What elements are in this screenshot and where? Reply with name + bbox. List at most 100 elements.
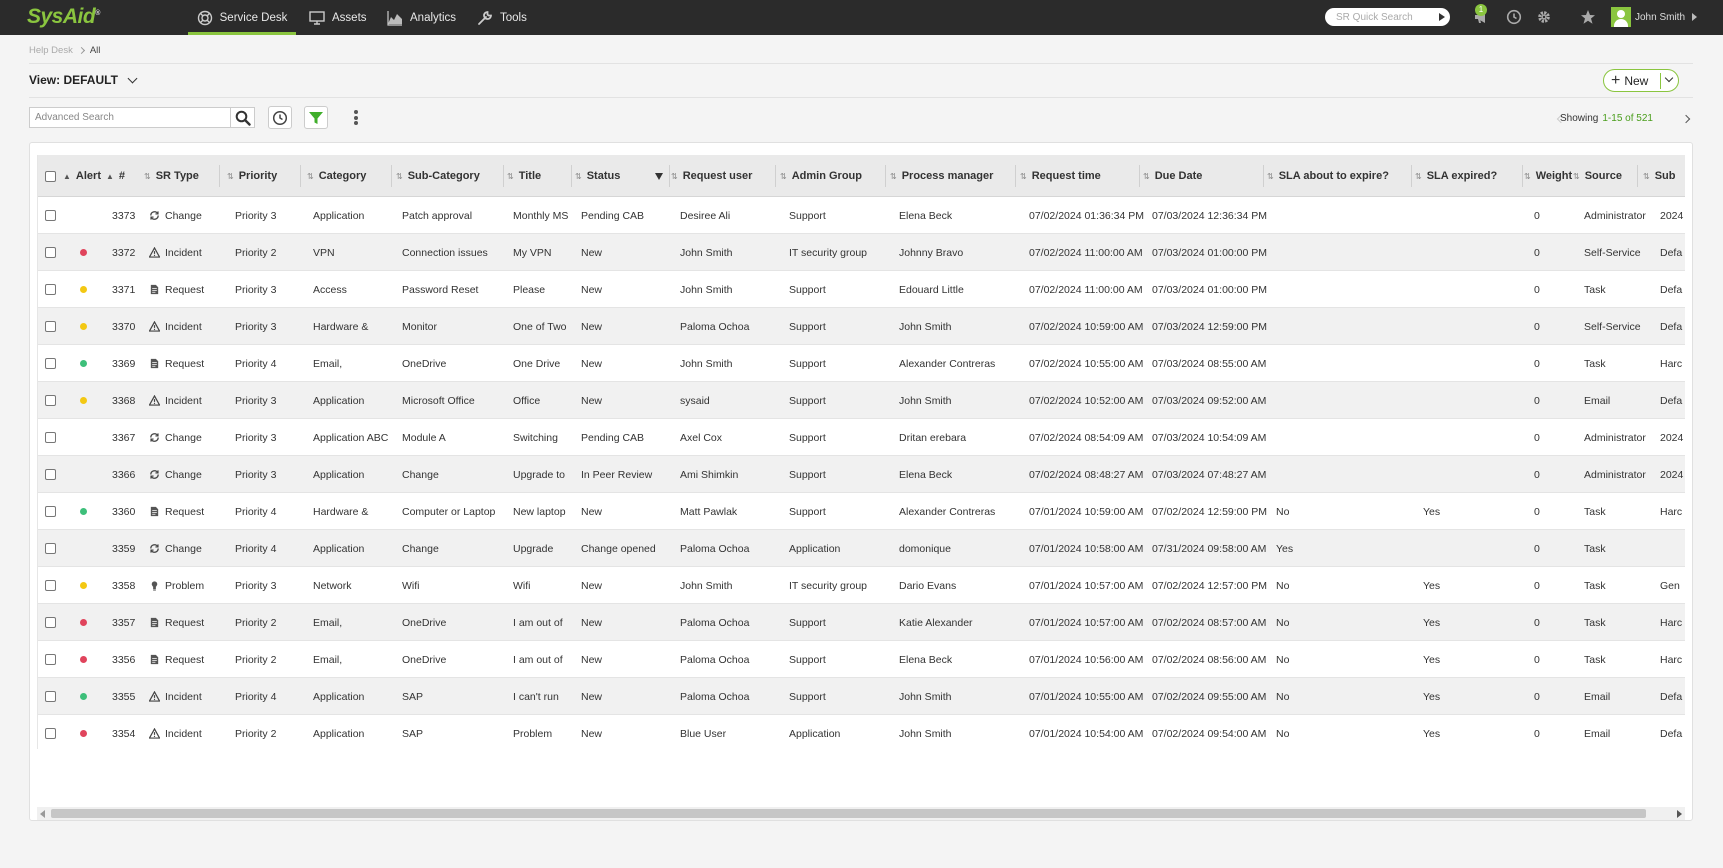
view-selector[interactable]: View: DEFAULT xyxy=(29,73,138,87)
column-separator[interactable] xyxy=(885,165,886,187)
row-checkbox[interactable] xyxy=(45,728,56,739)
row-checkbox[interactable] xyxy=(45,284,56,295)
table-row[interactable]: 3367 Change Priority 3 Application ABC Modul… xyxy=(38,419,1685,456)
sysaid-logo[interactable]: SysAid® xyxy=(27,5,100,29)
table-row[interactable]: 3373 Change Priority 3 Application Patch app… xyxy=(38,197,1685,234)
col-alert[interactable]: ▲ Alert xyxy=(63,155,101,197)
table-row[interactable]: 3371 Request Priority 3 Access Password Rese… xyxy=(38,271,1685,308)
history-clock-icon[interactable] xyxy=(1506,9,1522,25)
column-separator[interactable] xyxy=(1522,165,1523,187)
col-sub[interactable]: ⇅ Sub xyxy=(1643,155,1675,197)
scroll-right-icon[interactable] xyxy=(1677,810,1682,818)
col-request-time[interactable]: ⇅ Request time xyxy=(1020,155,1101,197)
column-separator[interactable] xyxy=(1411,165,1412,187)
row-checkbox[interactable] xyxy=(45,210,56,221)
sr-quick-search[interactable] xyxy=(1325,8,1450,26)
row-checkbox[interactable] xyxy=(45,432,56,443)
filter-active-icon[interactable] xyxy=(655,172,664,180)
sr-quick-search-input[interactable] xyxy=(1336,11,1436,23)
horizontal-scrollbar[interactable] xyxy=(37,807,1685,820)
table-row[interactable]: 3368 Incident Priority 3 Application Microso… xyxy=(38,382,1685,419)
row-checkbox[interactable] xyxy=(45,358,56,369)
col-process-manager[interactable]: ⇅ Process manager xyxy=(890,155,993,197)
col-title[interactable]: ⇅ Title xyxy=(507,155,541,197)
table-row[interactable]: 3357 Request Priority 2 Email, OneDrive I am … xyxy=(38,604,1685,641)
table-row[interactable]: 3358 Problem Priority 3 Network Wifi Wifi New J… xyxy=(38,567,1685,604)
alert-indicator-yellow xyxy=(80,397,87,404)
table-row[interactable]: 3366 Change Priority 3 Application Change Upg… xyxy=(38,456,1685,493)
col-priority[interactable]: ⇅ Priority xyxy=(227,155,277,197)
col-weight[interactable]: ⇅ Weight xyxy=(1524,155,1572,197)
column-separator[interactable] xyxy=(1139,165,1140,187)
column-separator[interactable] xyxy=(669,165,670,187)
row-checkbox[interactable] xyxy=(45,691,56,702)
col-request-user[interactable]: ⇅ Request user xyxy=(671,155,752,197)
chevron-down-icon[interactable] xyxy=(1664,73,1674,83)
quick-search-go-icon[interactable] xyxy=(1439,13,1445,21)
col-id-label: # xyxy=(118,170,126,182)
table-row[interactable]: 3369 Request Priority 4 Email, OneDrive One D… xyxy=(38,345,1685,382)
table-row[interactable]: 3354 Incident Priority 2 Application SAP Prob… xyxy=(38,715,1685,749)
nav-service-desk[interactable]: Service Desk xyxy=(188,0,296,35)
col-admin-group[interactable]: ⇅ Admin Group xyxy=(780,155,862,197)
next-page-icon[interactable] xyxy=(1681,114,1691,124)
row-checkbox[interactable] xyxy=(45,543,56,554)
new-button[interactable]: + New xyxy=(1603,69,1679,92)
column-separator[interactable] xyxy=(300,165,301,187)
scroll-left-icon[interactable] xyxy=(40,810,45,818)
col-sr-type-label: SR Type xyxy=(155,170,199,182)
advanced-search-input[interactable] xyxy=(30,112,205,123)
col-due-date[interactable]: ⇅ Due Date xyxy=(1143,155,1202,197)
priority-value: Priority 4 xyxy=(235,505,277,518)
nav-analytics[interactable]: Analytics xyxy=(387,0,456,35)
gear-icon[interactable] xyxy=(1536,9,1552,25)
col-sla-about-to-expire[interactable]: ⇅ SLA about to expire? xyxy=(1267,155,1389,197)
nav-assets[interactable]: Assets xyxy=(309,0,367,35)
column-separator[interactable] xyxy=(503,165,504,187)
breadcrumb-help-desk[interactable]: Help Desk xyxy=(29,45,73,56)
scrollbar-thumb[interactable] xyxy=(51,809,1646,818)
filter-button[interactable] xyxy=(304,106,328,129)
row-checkbox[interactable] xyxy=(45,321,56,332)
row-checkbox[interactable] xyxy=(45,654,56,665)
column-separator[interactable] xyxy=(571,165,572,187)
table-row[interactable]: 3372 Incident Priority 2 VPN Connection issu… xyxy=(38,234,1685,271)
row-checkbox[interactable] xyxy=(45,395,56,406)
col-category[interactable]: ⇅ Category xyxy=(307,155,366,197)
checkbox[interactable] xyxy=(45,170,56,182)
col-sla-expired[interactable]: ⇅ SLA expired? xyxy=(1415,155,1497,197)
col-sub-category[interactable]: ⇅ Sub-Category xyxy=(396,155,480,197)
col-status[interactable]: ⇅ Status xyxy=(575,155,664,197)
cell-id: 3373 xyxy=(112,197,135,234)
col-source[interactable]: ⇅ Source xyxy=(1573,155,1622,197)
column-separator[interactable] xyxy=(219,165,220,187)
table-row[interactable]: 3355 Incident Priority 4 Application SAP I ca… xyxy=(38,678,1685,715)
recent-searches-button[interactable] xyxy=(268,106,292,129)
column-separator[interactable] xyxy=(775,165,776,187)
col-id[interactable]: ▲ # xyxy=(106,155,125,197)
row-checkbox[interactable] xyxy=(45,506,56,517)
row-checkbox[interactable] xyxy=(45,469,56,480)
column-separator[interactable] xyxy=(1637,165,1638,187)
more-options-icon[interactable] xyxy=(353,109,359,127)
user-menu[interactable]: John Smith xyxy=(1611,7,1698,27)
cell-title: Office xyxy=(513,382,540,419)
subcategory-value: Connection issues xyxy=(402,246,488,259)
search-button[interactable] xyxy=(230,107,255,128)
row-checkbox[interactable] xyxy=(45,617,56,628)
table-row[interactable]: 3360 Request Priority 4 Hardware & Computer … xyxy=(38,493,1685,530)
table-row[interactable]: 3370 Incident Priority 3 Hardware & Monitor O… xyxy=(38,308,1685,345)
star-icon[interactable] xyxy=(1580,9,1596,25)
col-sr-type[interactable]: ⇅ SR Type xyxy=(144,155,199,197)
nav-tools[interactable]: Tools xyxy=(477,0,527,35)
cell-subcategory: Microsoft Office xyxy=(402,382,475,419)
row-checkbox[interactable] xyxy=(45,247,56,258)
table-row[interactable]: 3356 Request Priority 2 Email, OneDrive I am … xyxy=(38,641,1685,678)
table-row[interactable]: 3359 Change Priority 4 Application Change Upg… xyxy=(38,530,1685,567)
row-checkbox[interactable] xyxy=(45,580,56,591)
change-cycle-icon xyxy=(149,432,160,443)
column-separator[interactable] xyxy=(1263,165,1264,187)
select-all-checkbox[interactable] xyxy=(45,155,56,197)
column-separator[interactable] xyxy=(391,165,392,187)
column-separator[interactable] xyxy=(1015,165,1016,187)
